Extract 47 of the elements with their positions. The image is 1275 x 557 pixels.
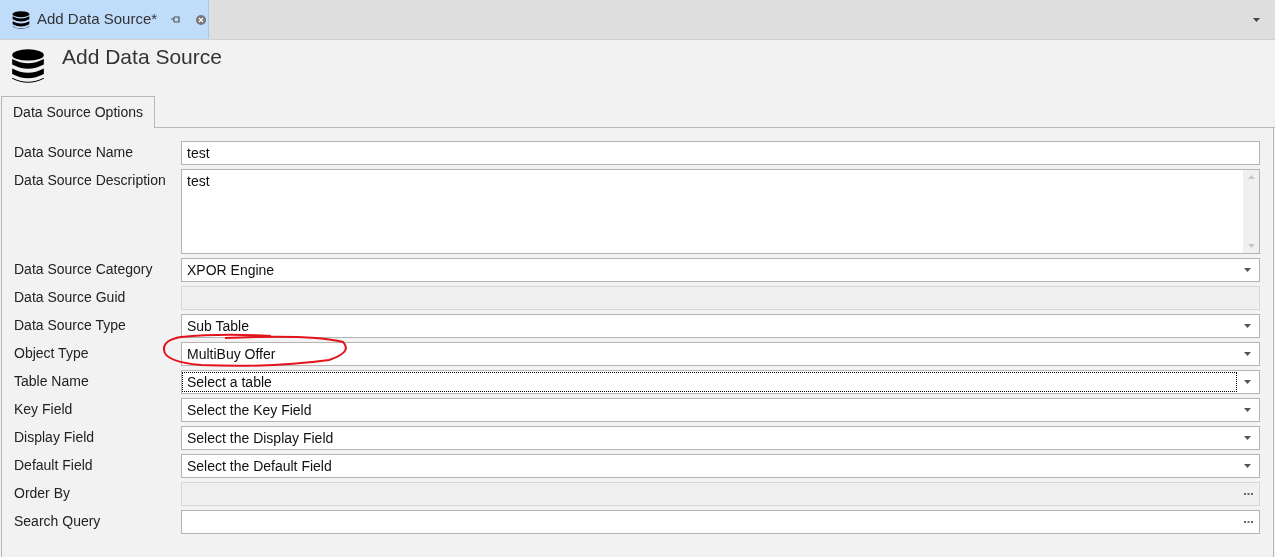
dropdown-field[interactable]: Select the Display Field bbox=[181, 426, 1260, 450]
field-value: Select the Default Field bbox=[186, 457, 333, 475]
dropdown-field[interactable]: Select a table bbox=[181, 370, 1260, 394]
text-area[interactable]: test bbox=[181, 169, 1260, 254]
group-tab[interactable]: Data Source Options bbox=[1, 96, 155, 128]
dropdown-caret-icon[interactable] bbox=[1253, 17, 1260, 22]
page-title: Add Data Source bbox=[62, 44, 222, 71]
field-value: Select the Key Field bbox=[186, 401, 313, 419]
input-field[interactable]: test bbox=[181, 141, 1260, 165]
field-value: Select a table bbox=[183, 373, 1236, 391]
field-label: Data Source Guid bbox=[14, 288, 127, 307]
dropdown-field[interactable]: MultiBuy Offer bbox=[181, 342, 1260, 366]
field-label: Default Field bbox=[14, 456, 94, 475]
dropdown-caret-icon[interactable] bbox=[1244, 464, 1251, 468]
field-label: Data Source Type bbox=[14, 316, 127, 335]
document-tab[interactable]: Add Data Source* bbox=[0, 0, 209, 39]
input-field[interactable] bbox=[181, 510, 1260, 534]
field-label: Data Source Category bbox=[14, 260, 154, 279]
field-value: Sub Table bbox=[186, 317, 250, 335]
dropdown-caret-icon[interactable] bbox=[1244, 268, 1251, 272]
dropdown-field[interactable]: XPOR Engine bbox=[181, 258, 1260, 282]
dropdown-caret-icon[interactable] bbox=[1244, 324, 1251, 328]
field-value: MultiBuy Offer bbox=[186, 345, 277, 363]
pin-icon[interactable] bbox=[171, 16, 181, 23]
field-label: Data Source Description bbox=[14, 171, 167, 190]
field-label: Key Field bbox=[14, 400, 74, 419]
field-label: Data Source Name bbox=[14, 143, 135, 162]
field-value: test bbox=[186, 144, 211, 162]
tab-label: Add Data Source* bbox=[37, 9, 158, 30]
field-label: Object Type bbox=[14, 344, 90, 363]
dropdown-field[interactable]: Select the Key Field bbox=[181, 398, 1260, 422]
dropdown-caret-icon[interactable] bbox=[1244, 380, 1251, 384]
close-icon[interactable] bbox=[196, 14, 207, 25]
dropdown-caret-icon[interactable] bbox=[1244, 408, 1251, 412]
field-label: Display Field bbox=[14, 428, 96, 447]
field-value: XPOR Engine bbox=[186, 261, 276, 279]
field-label: Order By bbox=[14, 484, 71, 503]
field-label: Table Name bbox=[14, 372, 90, 391]
dropdown-caret-icon[interactable] bbox=[1244, 436, 1251, 440]
dropdown-field[interactable]: Select the Default Field bbox=[181, 454, 1260, 478]
field-value: Select the Display Field bbox=[186, 429, 335, 447]
database-icon bbox=[11, 9, 31, 30]
dropdown-field[interactable]: Sub Table bbox=[181, 314, 1260, 338]
field-value: test bbox=[186, 172, 211, 191]
database-icon bbox=[9, 47, 47, 85]
dropdown-caret-icon[interactable] bbox=[1244, 352, 1251, 356]
field-label: Search Query bbox=[14, 512, 102, 531]
